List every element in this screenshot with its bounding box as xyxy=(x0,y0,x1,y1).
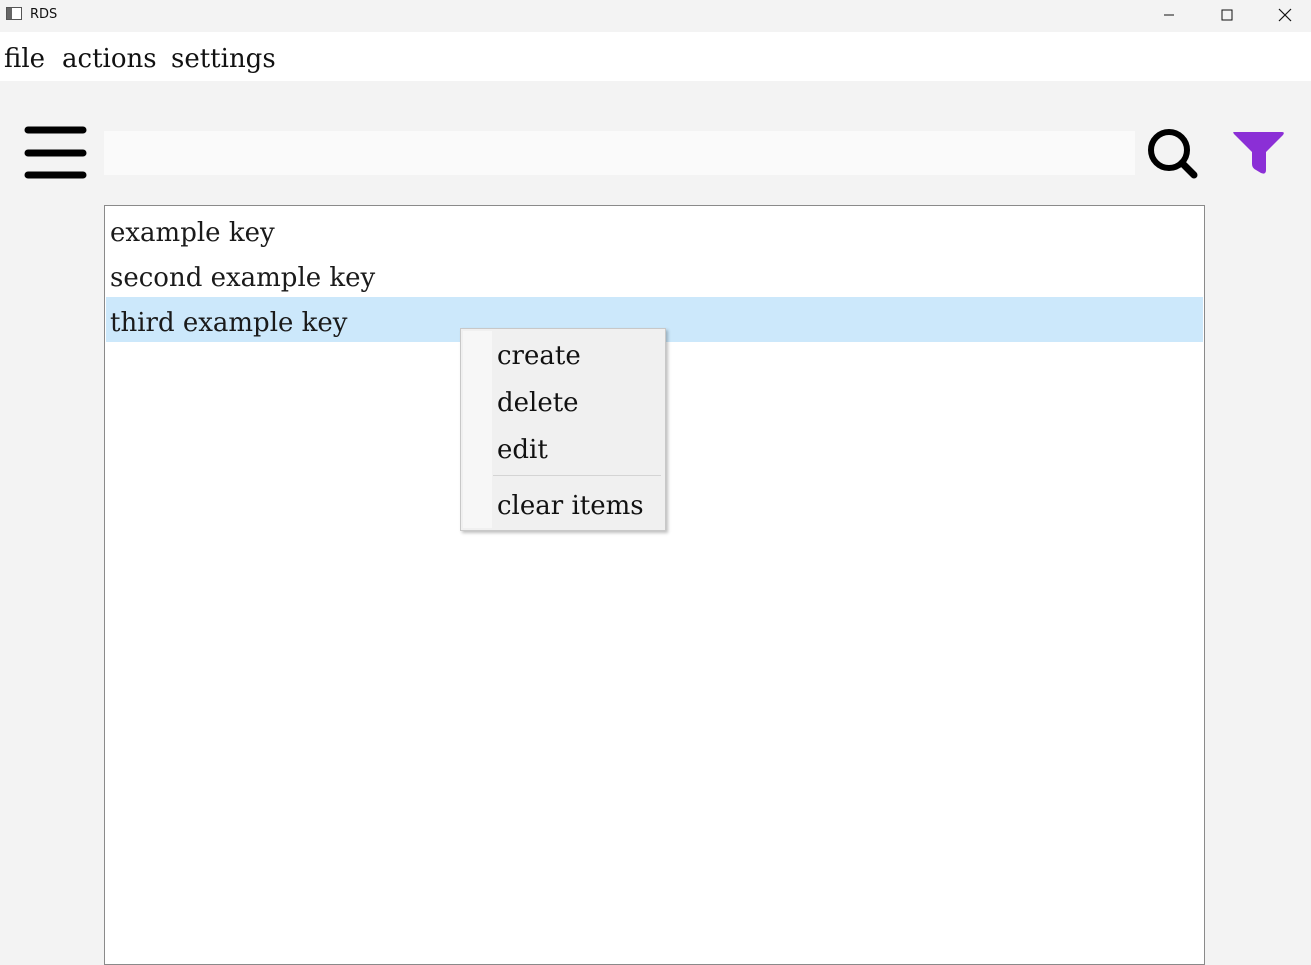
menu-settings[interactable]: settings xyxy=(171,44,276,74)
list-item[interactable]: second example key xyxy=(106,256,1203,301)
app-icon xyxy=(6,7,22,20)
context-clear-items[interactable]: clear items xyxy=(497,491,644,521)
menu-bar: file actions settings xyxy=(0,32,1311,81)
filter-button[interactable] xyxy=(1228,128,1288,178)
hamburger-icon xyxy=(24,126,87,179)
search-input[interactable] xyxy=(104,131,1135,175)
context-menu-gutter xyxy=(463,331,492,528)
context-delete[interactable]: delete xyxy=(497,388,579,418)
search-icon xyxy=(1148,129,1198,179)
close-button[interactable] xyxy=(1256,0,1311,30)
title-bar: RDS xyxy=(0,0,1311,32)
minimize-button[interactable] xyxy=(1140,0,1198,30)
context-menu-separator xyxy=(493,475,661,476)
search-button[interactable] xyxy=(1145,127,1201,181)
close-icon xyxy=(1278,8,1292,22)
context-edit[interactable]: edit xyxy=(497,435,548,465)
key-list[interactable]: example key second example key third exa… xyxy=(104,205,1205,965)
context-menu: create delete edit clear items xyxy=(460,328,666,531)
menu-actions[interactable]: actions xyxy=(62,44,157,74)
maximize-button[interactable] xyxy=(1198,0,1256,30)
menu-file[interactable]: file xyxy=(4,44,45,74)
minimize-icon xyxy=(1164,14,1174,16)
hamburger-menu-button[interactable] xyxy=(24,124,87,182)
window-title: RDS xyxy=(30,7,58,22)
filter-icon xyxy=(1233,132,1284,174)
list-item[interactable]: example key xyxy=(106,211,1203,256)
context-create[interactable]: create xyxy=(497,341,581,371)
maximize-icon xyxy=(1221,9,1233,21)
